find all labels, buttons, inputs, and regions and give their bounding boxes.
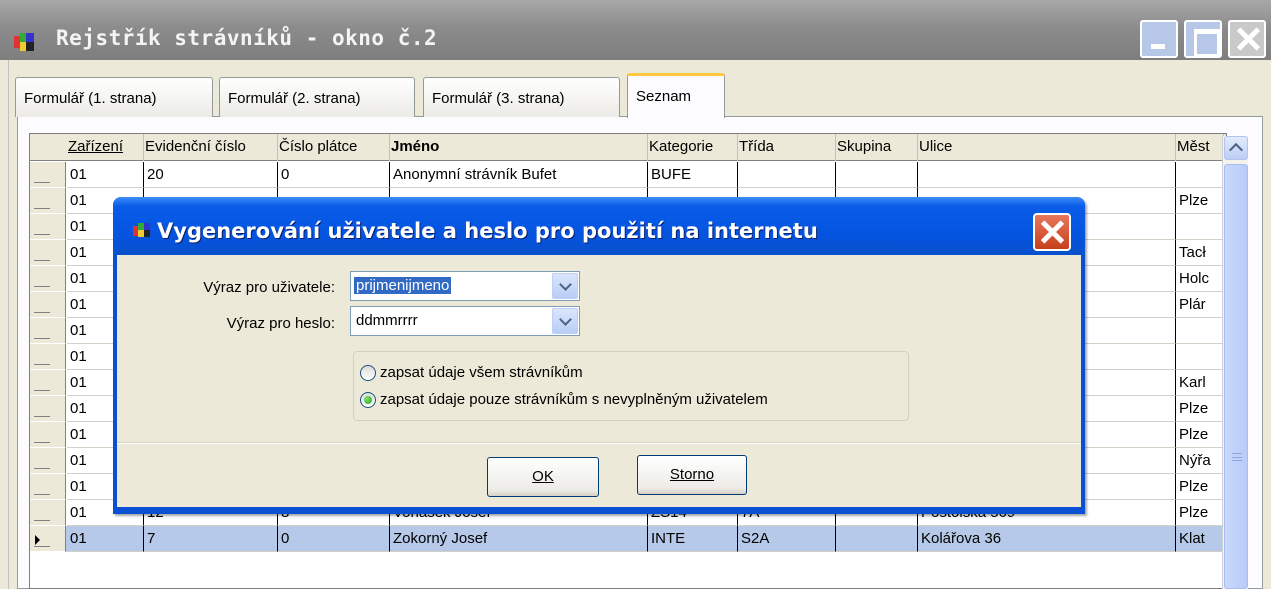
col-skupina-header[interactable]: Skupina [836,134,918,161]
password-expression-value: ddmmrrrr [356,312,418,329]
password-expression-label: Výraz pro heslo: [226,315,335,332]
col-mesto-cell[interactable]: Tacł [1176,240,1224,266]
close-button[interactable] [1228,20,1266,58]
col-evidencni-cislo-cell[interactable]: 20 [144,162,278,188]
row-indicator[interactable] [30,318,66,344]
col-trida-cell[interactable] [738,162,836,188]
col-evidencni-cislo-header[interactable]: Evidenční číslo [144,134,278,161]
vertical-scrollbar[interactable] [1222,136,1248,589]
window-titlebar[interactable]: Rejstřík strávníků - okno č.2 [0,0,1271,60]
row-indicator[interactable] [30,422,66,448]
col-skupina-cell[interactable] [836,526,918,552]
col-mesto-cell[interactable] [1176,318,1224,344]
user-expression-select[interactable]: prijmenijmeno [350,271,580,301]
ok-button[interactable]: OK [487,457,599,497]
row-indicator[interactable] [30,474,66,500]
row-indicator[interactable] [30,448,66,474]
minimize-button[interactable] [1140,20,1178,58]
col-jmeno-header[interactable]: Jméno [390,134,648,161]
col-cislo-platce-cell[interactable]: 0 [278,526,390,552]
col-ulice-cell[interactable] [918,162,1176,188]
generate-credentials-dialog: Vygenerování uživatele a heslo pro použi… [113,197,1085,514]
col-mesto-header[interactable]: Měst [1176,134,1224,161]
col-mesto-cell[interactable]: Plze [1176,188,1224,214]
row-indicator[interactable] [30,370,66,396]
radio-empty-label: zapsat údaje pouze strávníkům s nevyplně… [380,391,768,408]
row-indicator[interactable] [30,240,66,266]
radio-empty-button[interactable] [360,392,376,408]
app-icon [14,30,48,58]
dialog-close-button[interactable] [1033,213,1071,251]
col-mesto-cell[interactable]: Karl [1176,370,1224,396]
grid-header: Zařízení Evidenční číslo Číslo plátce Jméno… [30,134,1226,161]
cancel-button[interactable]: Storno [637,455,747,495]
col-mesto-cell[interactable]: Plze [1176,422,1224,448]
password-expression-select[interactable]: ddmmrrrr [350,306,580,336]
main-window: Rejstřík strávníků - okno č.2 Formulář (… [0,0,1271,589]
user-expression-value: prijmenijmeno [354,277,452,294]
table-row[interactable]: 01 7 0 Zokorný Josef INTE S2A Kolářova 36 Klat [30,526,1226,552]
row-indicator[interactable] [30,396,66,422]
col-skupina-cell[interactable] [836,162,918,188]
maximize-button[interactable] [1184,20,1222,58]
col-mesto-cell[interactable] [1176,344,1224,370]
scroll-thumb[interactable] [1224,164,1248,589]
row-indicator[interactable] [30,188,66,214]
scroll-grip-icon [1232,453,1242,461]
tab-form-3[interactable]: Formulář (3. strana) [423,77,620,117]
chevron-down-icon[interactable] [552,273,578,299]
col-mesto-cell[interactable] [1176,162,1224,188]
tab-list[interactable]: Seznam [627,73,725,118]
dialog-app-icon [133,222,153,244]
dialog-title: Vygenerování uživatele a heslo pro použi… [157,219,818,243]
user-expression-label: Výraz pro uživatele: [203,279,335,296]
row-indicator[interactable] [30,292,66,318]
col-jmeno-cell[interactable]: Anonymní strávník Bufet [390,162,648,188]
radio-all-button[interactable] [360,365,376,381]
col-mesto-cell[interactable]: Plze [1176,474,1224,500]
row-indicator[interactable] [30,214,66,240]
col-mesto-cell[interactable] [1176,214,1224,240]
col-mesto-cell[interactable]: Plár [1176,292,1224,318]
tab-form-2[interactable]: Formulář (2. strana) [219,77,415,117]
col-ulice-header[interactable]: Ulice [918,134,1176,161]
col-cislo-platce-header[interactable]: Číslo plátce [278,134,390,161]
col-mesto-cell[interactable]: Klat [1176,526,1224,552]
col-zarizeni-cell[interactable]: 01 [67,162,144,188]
current-row-arrow-icon [35,535,40,545]
col-mesto-cell[interactable]: Plze [1176,396,1224,422]
col-trida-header[interactable]: Třída [738,134,836,161]
col-kategorie-cell[interactable]: INTE [648,526,738,552]
col-mesto-cell[interactable]: Holc [1176,266,1224,292]
col-kategorie-header[interactable]: Kategorie [648,134,738,161]
col-jmeno-cell[interactable]: Zokorný Josef [390,526,648,552]
scroll-up-button[interactable] [1224,136,1248,160]
col-kategorie-cell[interactable]: BUFE [648,162,738,188]
dialog-separator [117,442,1081,444]
row-indicator[interactable] [30,344,66,370]
table-row[interactable]: 01 20 0 Anonymní strávník Bufet BUFE [30,162,1226,188]
tab-form-1[interactable]: Formulář (1. strana) [15,77,213,117]
row-indicator[interactable] [30,526,66,552]
col-evidencni-cislo-cell[interactable]: 7 [144,526,278,552]
row-indicator[interactable] [30,266,66,292]
row-indicator[interactable] [30,162,66,188]
col-mesto-cell[interactable]: Nýřa [1176,448,1224,474]
radio-group: zapsat údaje všem strávníkům zapsat údaj… [353,351,909,421]
ok-button-label: OK [532,468,554,485]
dialog-titlebar[interactable]: Vygenerování uživatele a heslo pro použi… [113,197,1085,259]
dialog-body: Výraz pro uživatele: prijmenijmeno Výraz… [117,255,1081,507]
radio-all-label: zapsat údaje všem strávníkům [380,364,583,381]
window-title: Rejstřík strávníků - okno č.2 [56,26,438,50]
col-zarizeni-cell[interactable]: 01 [67,526,144,552]
chevron-down-icon[interactable] [552,308,578,334]
cancel-button-label: Storno [669,466,715,483]
col-mesto-cell[interactable]: Plze [1176,500,1224,526]
row-indicator[interactable] [30,500,66,526]
col-ulice-cell[interactable]: Kolářova 36 [918,526,1176,552]
col-trida-cell[interactable]: S2A [738,526,836,552]
col-zarizeni-header[interactable]: Zařízení [67,134,144,161]
col-cislo-platce-cell[interactable]: 0 [278,162,390,188]
